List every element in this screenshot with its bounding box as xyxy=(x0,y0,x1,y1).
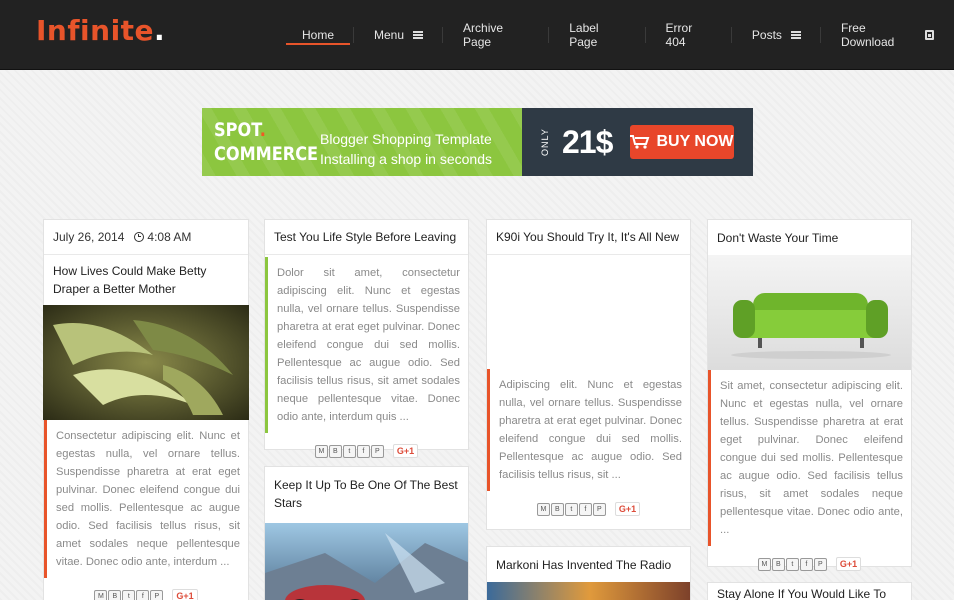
post-thumbnail[interactable] xyxy=(487,582,690,600)
nav-home-label: Home xyxy=(302,28,335,42)
email-icon[interactable]: M xyxy=(314,444,328,458)
save-icon xyxy=(924,30,934,40)
post-title[interactable]: Markoni Has Invented The Radio xyxy=(487,547,690,582)
post-snippet: Dolor sit amet, consectetur adipiscing e… xyxy=(265,257,468,433)
post-blank-media xyxy=(487,255,690,369)
post-card: July 26, 2014 4:08 AM How Lives Could Ma… xyxy=(43,219,249,600)
post-title[interactable]: Don't Waste Your Time xyxy=(708,220,911,255)
nav-free-download-label: Free Download xyxy=(840,21,895,49)
post-meta: July 26, 2014 4:08 AM xyxy=(44,220,248,255)
share-bar: M B t f P G+1 xyxy=(265,433,468,469)
blog-icon[interactable]: B xyxy=(108,589,122,600)
main-nav: Home Menu Archive Page Label Page Error … xyxy=(282,0,954,70)
pinterest-icon[interactable]: P xyxy=(370,444,384,458)
gplus-button[interactable]: G+1 xyxy=(835,557,862,571)
email-icon[interactable]: M xyxy=(536,502,550,516)
post-snippet: Sit amet, consectetur adipiscing elit. N… xyxy=(708,370,911,546)
banner-only-label: ONLY xyxy=(540,128,550,156)
post-card: Stay Alone If You Would Like To Be ... xyxy=(707,582,912,600)
blog-icon[interactable]: B xyxy=(771,557,785,571)
banner-offer: ONLY 21$ BUY NOW xyxy=(522,108,753,176)
post-thumbnail[interactable] xyxy=(708,255,911,370)
banner-tagline: Blogger Shopping Template Installing a s… xyxy=(320,131,492,167)
post-card: Keep It Up To Be One Of The Best Stars xyxy=(264,466,469,600)
post-snippet: Adipiscing elit. Nunc et egestas nulla, … xyxy=(487,369,690,491)
post-title[interactable]: Stay Alone If You Would Like To Be ... xyxy=(708,583,911,600)
post-card: Test You Life Style Before Leaving Dolor… xyxy=(264,219,469,458)
blog-icon[interactable]: B xyxy=(550,502,564,516)
pinterest-icon[interactable]: P xyxy=(592,502,606,516)
nav-archive-page[interactable]: Archive Page xyxy=(443,0,550,70)
banner-promo: SPOT. COMMERCE Blogger Shopping Template… xyxy=(202,108,522,176)
post-title[interactable]: Keep It Up To Be One Of The Best Stars xyxy=(265,467,468,519)
email-icon[interactable]: M xyxy=(757,557,771,571)
email-icon[interactable]: M xyxy=(94,589,108,600)
post-title[interactable]: Test You Life Style Before Leaving xyxy=(265,220,468,255)
clock-icon xyxy=(134,232,145,242)
twitter-icon[interactable]: t xyxy=(785,557,799,571)
pinterest-icon[interactable]: P xyxy=(150,589,164,600)
pinterest-icon[interactable]: P xyxy=(813,557,827,571)
nav-label-page-label: Label Page xyxy=(569,21,599,49)
site-logo[interactable]: Infinite. xyxy=(36,14,165,47)
facebook-icon[interactable]: f xyxy=(136,589,150,600)
facebook-icon[interactable]: f xyxy=(356,444,370,458)
site-header: Infinite. Home Menu Archive Page Label P… xyxy=(0,0,954,70)
twitter-icon[interactable]: t xyxy=(564,502,578,516)
nav-free-download[interactable]: Free Download xyxy=(821,0,954,70)
post-thumbnail[interactable] xyxy=(43,305,249,420)
nav-posts-label: Posts xyxy=(751,28,782,42)
facebook-icon[interactable]: f xyxy=(578,502,592,516)
post-title[interactable]: K90i You Should Try It, It's All New xyxy=(487,220,690,255)
blog-icon[interactable]: B xyxy=(328,444,342,458)
gplus-button[interactable]: G+1 xyxy=(392,444,419,458)
buy-now-label: BUY NOW xyxy=(656,133,734,150)
gplus-button[interactable]: G+1 xyxy=(172,589,198,600)
nav-menu[interactable]: Menu xyxy=(354,0,444,70)
nav-error-404[interactable]: Error 404 xyxy=(646,0,732,70)
nav-home[interactable]: Home xyxy=(282,0,355,70)
post-card: K90i You Should Try It, It's All New Adi… xyxy=(486,219,691,530)
post-date: July 26, 2014 xyxy=(53,230,125,244)
post-thumbnail[interactable] xyxy=(265,523,468,600)
cart-icon xyxy=(630,135,650,149)
twitter-icon[interactable]: t xyxy=(122,589,136,600)
hamburger-icon xyxy=(790,31,801,39)
nav-posts[interactable]: Posts xyxy=(732,0,821,70)
nav-archive-label: Archive Page xyxy=(463,21,504,49)
nav-label-page[interactable]: Label Page xyxy=(549,0,646,70)
ad-banner[interactable]: SPOT. COMMERCE Blogger Shopping Template… xyxy=(202,108,753,176)
share-bar: M B t f P G+1 xyxy=(44,578,248,600)
active-underline xyxy=(286,43,351,45)
post-time: 4:08 AM xyxy=(134,230,191,244)
post-card: Don't Waste Your Time Sit amet, consecte… xyxy=(707,219,912,571)
facebook-icon[interactable]: f xyxy=(799,557,813,571)
gplus-button[interactable]: G+1 xyxy=(614,502,641,516)
post-card: Markoni Has Invented The Radio xyxy=(486,546,691,600)
nav-error-label: Error 404 xyxy=(665,21,693,49)
banner-price: 21$ xyxy=(562,124,613,160)
banner-brand: SPOT. COMMERCE xyxy=(214,119,319,165)
buy-now-button[interactable]: BUY NOW xyxy=(630,125,734,159)
twitter-icon[interactable]: t xyxy=(342,444,356,458)
share-bar: M B t f P G+1 xyxy=(487,491,690,527)
hamburger-icon xyxy=(413,31,424,39)
post-snippet: Consectetur adipiscing elit. Nunc et ege… xyxy=(44,420,248,578)
nav-menu-label: Menu xyxy=(374,28,405,42)
post-title[interactable]: How Lives Could Make Betty Draper a Bett… xyxy=(44,255,248,305)
share-bar: M B t f P G+1 xyxy=(708,546,911,582)
